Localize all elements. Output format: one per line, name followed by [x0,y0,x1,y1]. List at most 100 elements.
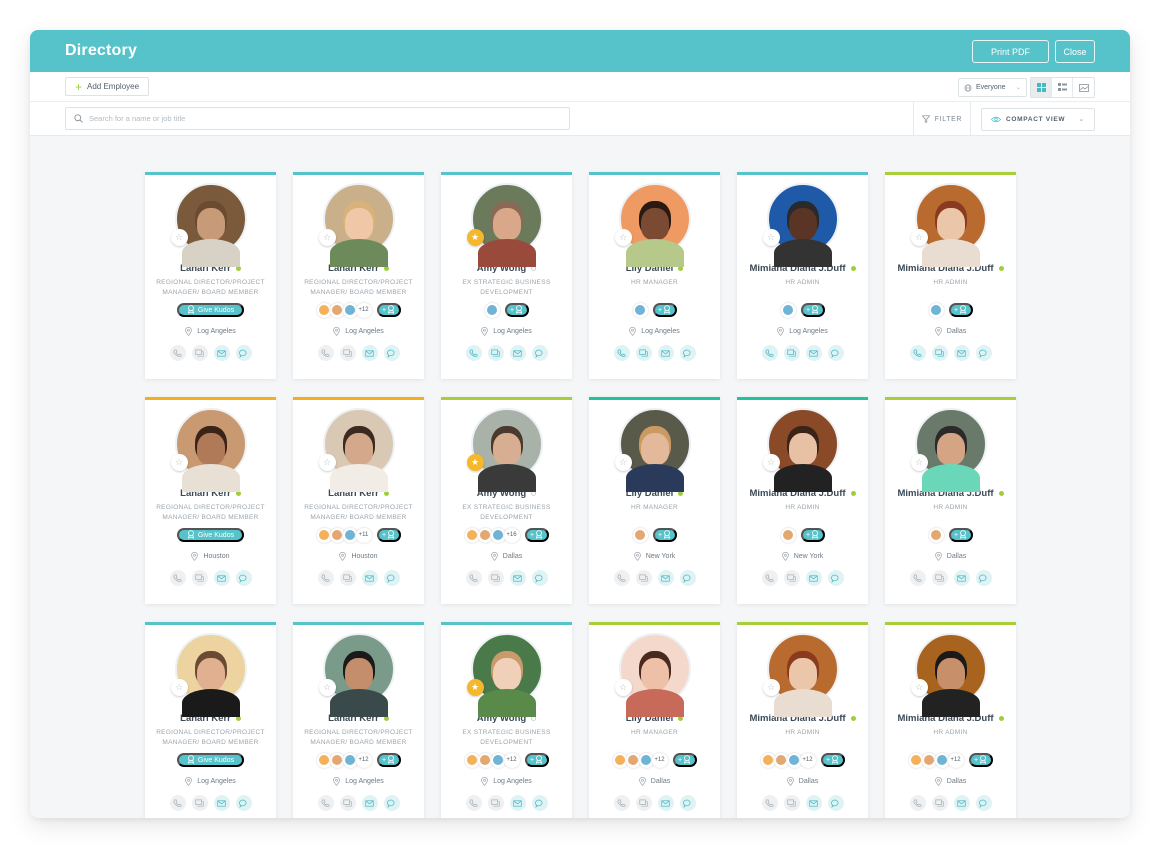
print-pdf-button[interactable]: Print PDF [972,40,1049,63]
favorite-star-icon[interactable]: ☆ [762,679,780,696]
employee-card[interactable]: ☆ Mimiana Diana J.Duff HR ADMIN + Dallas [885,397,1016,604]
favorite-star-icon[interactable]: ☆ [170,454,188,471]
phone-button[interactable] [613,570,630,586]
employee-card[interactable]: ☆ Lahari Kerr REGIONAL DIRECTOR/PROJECT … [145,172,276,379]
kudos-badges[interactable]: +12 [760,752,816,768]
add-kudos-button[interactable]: + [376,753,401,767]
employee-card[interactable]: ☆ Mimiana Diana J.Duff HR ADMIN +12 + Dal… [737,622,868,818]
employee-card[interactable]: ★ Amy Wong EX STRATEGIC BUSINESS DEVELOP… [441,172,572,379]
add-kudos-button[interactable]: + [800,303,825,317]
search-input[interactable] [89,114,561,123]
chat-button[interactable] [635,795,652,811]
chat-button[interactable] [783,570,800,586]
email-button[interactable] [213,795,230,811]
kudos-badges[interactable] [780,302,796,318]
avatar[interactable] [914,633,987,717]
message-button[interactable] [679,570,696,586]
add-kudos-button[interactable]: + [948,303,973,317]
avatar[interactable] [618,633,691,717]
phone-button[interactable] [465,345,482,361]
favorite-star-icon[interactable]: ☆ [910,229,928,246]
chat-button[interactable] [931,570,948,586]
kudos-badges[interactable] [632,302,648,318]
add-kudos-button[interactable]: + [948,528,973,542]
kudos-badges[interactable]: +12 [316,302,372,318]
employee-card[interactable]: ☆ Lahari Kerr REGIONAL DIRECTOR/PROJECT … [293,172,424,379]
message-button[interactable] [235,570,252,586]
email-button[interactable] [953,570,970,586]
employee-card[interactable]: ☆ Mimiana Diana J.Duff HR ADMIN +12 + Dal… [885,622,1016,818]
message-button[interactable] [679,345,696,361]
phone-button[interactable] [465,795,482,811]
favorite-star-icon[interactable]: ☆ [170,679,188,696]
favorite-star-icon[interactable]: ☆ [614,229,632,246]
add-kudos-button[interactable]: + [504,303,529,317]
email-button[interactable] [805,570,822,586]
favorite-star-icon[interactable]: ☆ [910,454,928,471]
chat-button[interactable] [191,345,208,361]
audience-select[interactable]: Everyone ⌄ [958,78,1027,97]
phone-button[interactable] [613,345,630,361]
employee-card[interactable]: ★ Amy Wong EX STRATEGIC BUSINESS DEVELOP… [441,622,572,818]
email-button[interactable] [509,570,526,586]
phone-button[interactable] [909,345,926,361]
email-button[interactable] [953,795,970,811]
employee-card[interactable]: ☆ Mimiana Diana J.Duff HR ADMIN + New Yo… [737,397,868,604]
phone-button[interactable] [761,795,778,811]
message-button[interactable] [383,570,400,586]
message-button[interactable] [383,795,400,811]
email-button[interactable] [213,345,230,361]
small-grid-view-button[interactable] [1052,78,1073,97]
chat-button[interactable] [487,345,504,361]
favorite-star-icon[interactable]: ★ [466,679,484,696]
add-kudos-button[interactable]: + [800,528,825,542]
phone-button[interactable] [613,795,630,811]
kudos-badges[interactable]: +12 [316,752,372,768]
phone-button[interactable] [909,795,926,811]
email-button[interactable] [953,345,970,361]
chat-button[interactable] [339,345,356,361]
phone-button[interactable] [317,795,334,811]
kudos-badges[interactable] [632,527,648,543]
add-employee-button[interactable]: + Add Employee [65,77,150,96]
email-button[interactable] [657,570,674,586]
chat-button[interactable] [931,345,948,361]
avatar[interactable] [322,183,395,267]
email-button[interactable] [361,345,378,361]
employee-card[interactable]: ☆ Lahari Kerr REGIONAL DIRECTOR/PROJECT … [145,622,276,818]
kudos-badges[interactable]: +12 [612,752,668,768]
employee-card[interactable]: ☆ Mimiana Diana J.Duff HR ADMIN + Log An… [737,172,868,379]
add-kudos-button[interactable]: + [672,753,697,767]
add-kudos-button[interactable]: + [652,528,677,542]
email-button[interactable] [657,345,674,361]
close-button[interactable]: Close [1055,40,1095,63]
employee-card[interactable]: ☆ Lily Daniel HR MANAGER + Log Angeles [589,172,720,379]
add-kudos-button[interactable]: + [376,303,401,317]
favorite-star-icon[interactable]: ☆ [614,679,632,696]
avatar[interactable] [618,408,691,492]
chat-button[interactable] [339,570,356,586]
avatar[interactable] [470,633,543,717]
phone-button[interactable] [317,345,334,361]
chat-button[interactable] [783,795,800,811]
message-button[interactable] [383,345,400,361]
avatar[interactable] [914,183,987,267]
avatar[interactable] [766,183,839,267]
image-view-button[interactable] [1073,78,1094,97]
avatar[interactable] [322,633,395,717]
favorite-star-icon[interactable]: ☆ [170,229,188,246]
kudos-badges[interactable]: +12 [464,752,520,768]
kudos-badges[interactable]: +12 [908,752,964,768]
message-button[interactable] [827,795,844,811]
large-grid-view-button[interactable] [1031,78,1052,97]
message-button[interactable] [235,795,252,811]
add-kudos-button[interactable]: + [968,753,993,767]
email-button[interactable] [805,795,822,811]
add-kudos-button[interactable]: + [652,303,677,317]
phone-button[interactable] [169,795,186,811]
phone-button[interactable] [317,570,334,586]
email-button[interactable] [361,570,378,586]
chat-button[interactable] [487,570,504,586]
phone-button[interactable] [761,570,778,586]
add-kudos-button[interactable]: + [524,528,549,542]
